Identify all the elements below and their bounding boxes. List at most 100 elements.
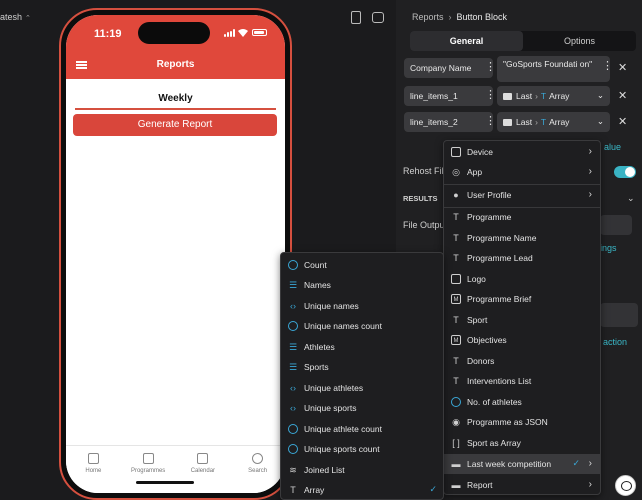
menu-item-programme-lead[interactable]: T Programme Lead bbox=[444, 248, 600, 268]
action-link[interactable]: action bbox=[603, 337, 627, 347]
param-value[interactable]: "GoSports Foundati on" bbox=[497, 56, 610, 82]
text-icon: T bbox=[453, 253, 459, 263]
tab-calendar[interactable]: Calendar bbox=[181, 453, 225, 493]
param-key-label: line_items_2 bbox=[410, 117, 458, 127]
menu-item-device[interactable]: Device › bbox=[444, 142, 600, 162]
submenu-item-unique-names-count[interactable]: Unique names count bbox=[281, 316, 443, 336]
menu-item-programme-name[interactable]: T Programme Name bbox=[444, 228, 600, 248]
kebab-icon[interactable] bbox=[485, 88, 493, 102]
count-icon bbox=[288, 260, 298, 270]
signal-icon bbox=[224, 29, 235, 37]
chat-icon bbox=[142, 453, 154, 464]
phone-preview-icon[interactable] bbox=[351, 11, 361, 24]
kebab-icon[interactable] bbox=[602, 61, 610, 75]
menu-item-label: Device bbox=[467, 147, 493, 157]
workspace-user-switcher[interactable]: atesh ⌃ bbox=[0, 12, 31, 22]
submenu-item-unique-athlete-count[interactable]: Unique athlete count bbox=[281, 419, 443, 439]
tab-search[interactable]: Search bbox=[236, 453, 280, 493]
settings-link[interactable]: ings bbox=[600, 243, 617, 253]
chevron-right-icon: › bbox=[588, 166, 592, 177]
tab-home[interactable]: Home bbox=[71, 453, 115, 493]
menu-item-label: No. of athletes bbox=[467, 397, 522, 407]
menu-item-user-profile[interactable]: ● User Profile › bbox=[444, 185, 600, 205]
param-key[interactable]: line_items_2 bbox=[404, 112, 493, 132]
value-link[interactable]: alue bbox=[604, 142, 621, 152]
param-key[interactable]: line_items_1 bbox=[404, 86, 493, 106]
menu-item-app[interactable]: ◎ App › bbox=[444, 162, 600, 182]
generate-report-button[interactable]: Generate Report bbox=[73, 114, 277, 136]
menu-item-donors[interactable]: T Donors bbox=[444, 351, 600, 371]
rehost-files-toggle[interactable] bbox=[614, 166, 636, 178]
submenu-item-sports[interactable]: ☰ Sports bbox=[281, 357, 443, 377]
folder-icon bbox=[503, 93, 512, 100]
chat-support-icon[interactable] bbox=[615, 475, 636, 496]
menu-item-no-of-athletes[interactable]: No. of athletes bbox=[444, 392, 600, 412]
weekly-tab[interactable]: Weekly bbox=[75, 87, 276, 110]
tab-options[interactable]: Options bbox=[523, 31, 636, 51]
param-key[interactable]: Company Name bbox=[404, 58, 493, 78]
chevron-right-icon: › bbox=[588, 146, 592, 157]
text-icon: T bbox=[453, 356, 459, 366]
kebab-icon[interactable] bbox=[485, 60, 493, 74]
rich-text-icon: M bbox=[451, 335, 461, 345]
menu-item-sport[interactable]: T Sport bbox=[444, 310, 600, 330]
param-row-company-name: Company Name "GoSports Foundati on" ✕ bbox=[402, 56, 634, 82]
menu-item-label: Objectives bbox=[467, 335, 507, 345]
join-icon: ≋ bbox=[289, 465, 297, 475]
check-icon: ✓ bbox=[572, 458, 580, 468]
battery-icon bbox=[252, 29, 267, 36]
menu-item-label: Joined List bbox=[304, 465, 345, 475]
text-array-icon: T bbox=[290, 485, 296, 495]
submenu-item-unique-sports[interactable]: ‹› Unique sports bbox=[281, 398, 443, 418]
menu-item-report[interactable]: ▬ Report › bbox=[444, 475, 600, 494]
remove-icon[interactable]: ✕ bbox=[618, 61, 627, 74]
submenu-item-count[interactable]: Count bbox=[281, 255, 443, 275]
breadcrumb-root[interactable]: Reports bbox=[412, 12, 444, 22]
image-icon bbox=[451, 274, 461, 284]
menu-item-logo[interactable]: Logo bbox=[444, 269, 600, 289]
home-icon bbox=[87, 453, 99, 464]
param-value-select[interactable]: Last › T Array ⌄ bbox=[497, 86, 610, 106]
menu-item-label: Sport bbox=[467, 315, 488, 325]
param-value-select[interactable]: Last › T Array ⌄ bbox=[497, 112, 610, 132]
submenu-item-athletes[interactable]: ☰ Athletes bbox=[281, 337, 443, 357]
submenu-item-names[interactable]: ☰ Names bbox=[281, 275, 443, 295]
kebab-icon[interactable] bbox=[485, 114, 493, 128]
tab-programmes[interactable]: Programmes bbox=[126, 453, 170, 493]
names-icon: ☰ bbox=[288, 342, 298, 352]
remove-icon[interactable]: ✕ bbox=[618, 89, 627, 102]
submenu-item-array[interactable]: T Array ✓ bbox=[281, 480, 443, 499]
tab-general[interactable]: General bbox=[410, 31, 523, 51]
select-field[interactable] bbox=[600, 303, 638, 327]
tab-label: Programmes bbox=[130, 468, 166, 474]
menu-item-label: Sports bbox=[304, 362, 329, 372]
array-icon: [ ] bbox=[452, 438, 460, 448]
submenu-item-joined-list[interactable]: ≋ Joined List bbox=[281, 460, 443, 480]
menu-item-label: Array bbox=[304, 485, 325, 495]
menu-item-programme-brief[interactable]: M Programme Brief bbox=[444, 289, 600, 309]
folder-icon: ▬ bbox=[451, 459, 461, 469]
param-row-line-items-1: line_items_1 Last›TArray ⌄ ✕ bbox=[402, 86, 634, 112]
menu-item-objectives[interactable]: M Objectives bbox=[444, 330, 600, 350]
remove-icon[interactable]: ✕ bbox=[618, 115, 627, 128]
file-output-select[interactable] bbox=[600, 215, 632, 235]
results-chevron-icon[interactable]: ⌄ bbox=[627, 193, 635, 204]
menu-item-label: Programme Brief bbox=[467, 294, 532, 304]
menu-item-programme[interactable]: T Programme bbox=[444, 207, 600, 227]
menu-item-last-week-competition[interactable]: ▬ Last week competition ✓ › bbox=[444, 454, 600, 474]
menu-item-sport-as-array[interactable]: [ ] Sport as Array bbox=[444, 433, 600, 453]
chevron-right-icon: › bbox=[588, 458, 592, 469]
text-icon: T bbox=[453, 376, 459, 386]
dynamic-island bbox=[138, 22, 210, 44]
submenu-item-unique-athletes[interactable]: ‹› Unique athletes bbox=[281, 378, 443, 398]
tablet-preview-icon[interactable] bbox=[372, 12, 384, 23]
submenu-item-unique-sports-count[interactable]: Unique sports count bbox=[281, 439, 443, 459]
device-icon bbox=[451, 147, 461, 157]
breadcrumb-current: Button Block bbox=[456, 12, 508, 22]
menu-item-interventions-list[interactable]: T Interventions List bbox=[444, 371, 600, 391]
wifi-icon bbox=[238, 29, 248, 37]
submenu-item-unique-names[interactable]: ‹› Unique names bbox=[281, 296, 443, 316]
home-indicator bbox=[136, 481, 194, 484]
menu-item-programme-as-json[interactable]: ◉ Programme as JSON bbox=[444, 412, 600, 432]
calendar-icon bbox=[197, 453, 209, 464]
